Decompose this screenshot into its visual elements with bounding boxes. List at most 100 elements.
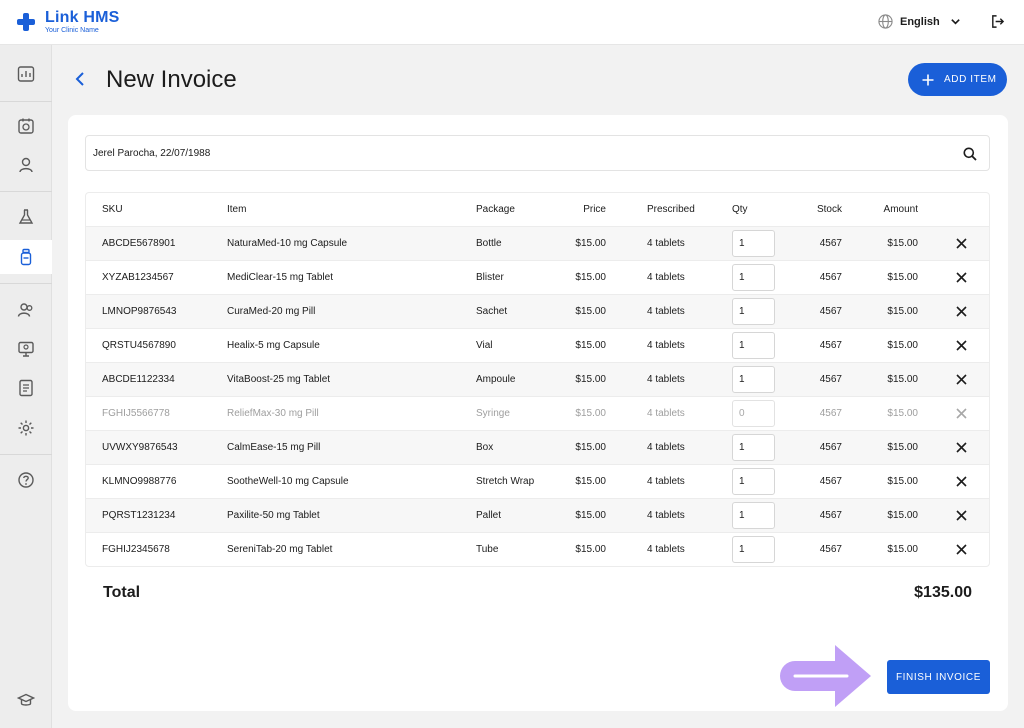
sidebar-item-patients[interactable] <box>0 148 52 182</box>
cell-stock: 4567 <box>819 476 842 487</box>
sidebar-item-monitor[interactable] <box>0 332 52 366</box>
remove-item-button[interactable] <box>956 533 967 566</box>
cell-price: $15.00 <box>575 544 606 555</box>
language-selector[interactable]: English <box>878 14 961 29</box>
cell-package: Bottle <box>476 238 502 249</box>
qty-input[interactable] <box>732 468 775 495</box>
cell-package: Tube <box>476 544 499 555</box>
globe-icon <box>878 14 893 29</box>
qty-input[interactable] <box>732 400 775 427</box>
cell-item: NaturaMed-10 mg Capsule <box>227 238 348 249</box>
cell-package: Sachet <box>476 306 508 317</box>
plus-icon <box>922 74 934 85</box>
settings-icon <box>18 420 34 436</box>
remove-item-button[interactable] <box>956 227 967 260</box>
sidebar-item-staff[interactable] <box>0 293 52 327</box>
cell-item: SereniTab-20 mg Tablet <box>227 544 333 555</box>
cell-sku: PQRST1231234 <box>102 510 176 521</box>
qty-input[interactable] <box>732 298 775 325</box>
cell-prescribed: 4 tablets <box>647 374 685 385</box>
table-row: ABCDE1122334 VitaBoost-25 mg Tablet Ampoul… <box>86 362 989 396</box>
qty-input[interactable] <box>732 434 775 461</box>
sidebar-item-training[interactable] <box>0 683 52 717</box>
cell-package: Vial <box>476 340 493 351</box>
close-icon <box>956 306 967 317</box>
cell-package: Ampoule <box>476 374 516 385</box>
cell-stock: 4567 <box>819 340 842 351</box>
remove-item-button[interactable] <box>956 295 967 328</box>
arrow-right-icon <box>780 645 871 707</box>
logout-button[interactable] <box>990 14 1005 34</box>
cell-stock: 4567 <box>819 408 842 419</box>
cell-item: Healix-5 mg Capsule <box>227 340 320 351</box>
remove-item-button[interactable] <box>956 397 967 430</box>
sidebar-item-pharmacy[interactable] <box>0 240 52 274</box>
monitor-icon <box>18 341 34 357</box>
cell-qty <box>732 431 775 464</box>
sidebar-item-dashboard[interactable] <box>0 57 52 91</box>
patient-search-input[interactable] <box>86 147 936 159</box>
remove-item-button[interactable] <box>956 465 967 498</box>
remove-item-button[interactable] <box>956 329 967 362</box>
header-price: Price <box>583 204 606 215</box>
page-title: New Invoice <box>106 66 237 93</box>
cell-sku: ABCDE5678901 <box>102 238 176 249</box>
cell-price: $15.00 <box>575 306 606 317</box>
header-stock: Stock <box>816 204 842 215</box>
remove-item-button[interactable] <box>956 261 967 294</box>
table-row: LMNOP9876543 CuraMed-20 mg Pill Sachet $15.… <box>86 294 989 328</box>
cell-qty <box>732 397 775 430</box>
cell-qty <box>732 295 775 328</box>
cell-package: Syringe <box>476 408 510 419</box>
sidebar-item-help[interactable] <box>0 463 52 497</box>
cell-stock: 4567 <box>819 442 842 453</box>
search-icon[interactable] <box>963 147 977 161</box>
close-icon <box>956 374 967 385</box>
cell-stock: 4567 <box>819 238 842 249</box>
cell-prescribed: 4 tablets <box>647 306 685 317</box>
table-row: FGHIJ5566778 ReliefMax-30 mg Pill Syringe $… <box>86 396 989 430</box>
close-icon <box>956 476 967 487</box>
cell-item: ReliefMax-30 mg Pill <box>227 408 319 419</box>
remove-item-button[interactable] <box>956 499 967 532</box>
cell-sku: ABCDE1122334 <box>102 374 175 385</box>
add-item-button[interactable]: ADD ITEM <box>908 63 1007 96</box>
qty-input[interactable] <box>732 332 775 359</box>
cell-price: $15.00 <box>575 476 606 487</box>
cell-sku: QRSTU4567890 <box>102 340 176 351</box>
cell-prescribed: 4 tablets <box>647 408 685 419</box>
cell-sku: XYZAB1234567 <box>102 272 174 283</box>
qty-input[interactable] <box>732 536 775 563</box>
cell-price: $15.00 <box>575 408 606 419</box>
report-icon <box>19 379 33 397</box>
app-logo[interactable]: Link HMS Your Clinic Name <box>17 10 120 35</box>
cell-sku: LMNOP9876543 <box>102 306 177 317</box>
cell-amount: $15.00 <box>887 476 918 487</box>
close-icon <box>956 442 967 453</box>
language-label: English <box>900 15 940 28</box>
finish-invoice-button[interactable]: FINISH INVOICE <box>887 660 990 694</box>
sidebar-item-lab[interactable] <box>0 200 52 234</box>
sidebar-item-settings[interactable] <box>0 411 52 445</box>
sidebar-item-appointments[interactable] <box>0 109 52 143</box>
qty-input[interactable] <box>732 230 775 257</box>
staff-icon <box>17 303 33 317</box>
cell-prescribed: 4 tablets <box>647 340 685 351</box>
close-icon <box>956 408 967 419</box>
dashboard-icon <box>17 66 35 82</box>
remove-item-button[interactable] <box>956 363 967 396</box>
chevron-left-icon <box>75 72 84 86</box>
table-row: PQRST1231234 Paxilite-50 mg Tablet Pallet $… <box>86 498 989 532</box>
medical-cross-icon <box>17 13 35 31</box>
remove-item-button[interactable] <box>956 431 967 464</box>
header-sku: SKU <box>102 204 123 215</box>
close-icon <box>956 510 967 521</box>
cell-item: VitaBoost-25 mg Tablet <box>227 374 331 385</box>
sidebar-item-reports[interactable] <box>0 371 52 405</box>
qty-input[interactable] <box>732 366 775 393</box>
cell-qty <box>732 499 775 532</box>
app-name: Link HMS <box>45 9 120 26</box>
qty-input[interactable] <box>732 502 775 529</box>
qty-input[interactable] <box>732 264 775 291</box>
back-button[interactable] <box>72 70 88 93</box>
